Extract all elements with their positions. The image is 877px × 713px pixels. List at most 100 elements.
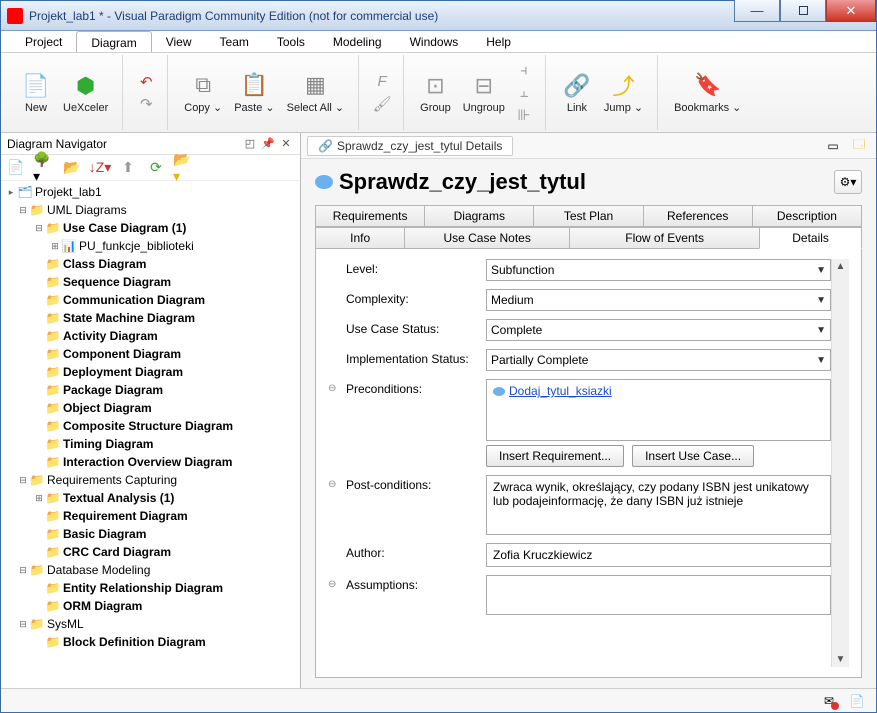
close-button[interactable]: ✕ <box>826 0 876 22</box>
tree-toggle-icon[interactable]: ▸ <box>5 187 17 198</box>
complexity-select[interactable]: Medium ▼ <box>486 289 831 311</box>
tree-item[interactable]: 📁Component Diagram <box>3 345 300 363</box>
menu-modeling[interactable]: Modeling <box>319 31 396 52</box>
tab-usecasenotes[interactable]: Use Case Notes <box>404 227 570 249</box>
tab-flowofevents[interactable]: Flow of Events <box>569 227 760 249</box>
tab-testplan[interactable]: Test Plan <box>533 205 643 227</box>
level-select[interactable]: Subfunction ▼ <box>486 259 831 281</box>
tree-item[interactable]: ⊞📁Textual Analysis (1) <box>3 489 300 507</box>
nav-up-icon[interactable]: ⬆ <box>117 158 139 178</box>
tree-item[interactable]: 📁Package Diagram <box>3 381 300 399</box>
form-scrollbar[interactable]: ▲ ▼ <box>831 259 849 667</box>
menu-windows[interactable]: Windows <box>396 31 473 52</box>
precondition-link[interactable]: Dodaj_tytul_ksiazki <box>493 384 612 398</box>
uexceler-button[interactable]: ⬢ UeXceler <box>57 68 114 118</box>
breadcrumb-item[interactable]: 🔗 Sprawdz_czy_jest_tytul Details <box>307 136 513 156</box>
tree-item[interactable]: 📁CRC Card Diagram <box>3 543 300 561</box>
tree-toggle-icon[interactable]: ⊟ <box>17 475 29 486</box>
tree-item[interactable]: 📁Entity Relationship Diagram <box>3 579 300 597</box>
nav-sort-icon[interactable]: ↓Z▾ <box>89 158 111 178</box>
tab-details[interactable]: Details <box>759 227 862 249</box>
tab-info[interactable]: Info <box>315 227 405 249</box>
tree-item[interactable]: ⊟📁Requirements Capturing <box>3 471 300 489</box>
jump-button[interactable]: ⤴ Jump ⌄ <box>598 67 649 118</box>
nav-expand-icon[interactable]: 📂 <box>61 158 83 178</box>
tree-item[interactable]: 📁Sequence Diagram <box>3 273 300 291</box>
tree-item[interactable]: 📁Interaction Overview Diagram <box>3 453 300 471</box>
copy-button[interactable]: ⧉ Copy ⌄ <box>178 67 228 118</box>
tree-toggle-icon[interactable]: ⊟ <box>17 205 29 216</box>
tree-item[interactable]: ⊟📁UML Diagrams <box>3 201 300 219</box>
tree-item[interactable]: 📁Requirement Diagram <box>3 507 300 525</box>
link-button[interactable]: 🔗 Link <box>556 68 598 118</box>
tree-item[interactable]: ⊟📁Use Case Diagram (1) <box>3 219 300 237</box>
tree-item[interactable]: 📁Deployment Diagram <box>3 363 300 381</box>
nav-tree-icon[interactable]: 🌳▾ <box>33 158 55 178</box>
tab-description[interactable]: Description <box>752 205 862 227</box>
tree-item[interactable]: ⊟📁SysML <box>3 615 300 633</box>
new-button[interactable]: 📄 New <box>15 68 57 118</box>
tree-item[interactable]: 📁Communication Diagram <box>3 291 300 309</box>
navigator-close-icon[interactable]: ✕ <box>278 136 294 152</box>
postconditions-field[interactable]: Zwraca wynik, określający, czy podany IS… <box>486 475 831 535</box>
format-button[interactable]: F <box>373 73 391 91</box>
minimize-button[interactable]: — <box>734 0 780 22</box>
tree-item[interactable]: 📁Object Diagram <box>3 399 300 417</box>
tree-item[interactable]: 📁State Machine Diagram <box>3 309 300 327</box>
scroll-down-icon[interactable]: ▼ <box>836 654 846 665</box>
tree-item[interactable]: 📁ORM Diagram <box>3 597 300 615</box>
menu-help[interactable]: Help <box>472 31 525 52</box>
tree-toggle-icon[interactable]: ⊞ <box>49 241 61 252</box>
note-status-icon[interactable]: 📄 <box>848 693 866 709</box>
impl-select[interactable]: Partially Complete ▼ <box>486 349 831 371</box>
settings-button[interactable]: ⚙▾ <box>834 170 862 194</box>
tree-item[interactable]: ⊞📊PU_funkcje_biblioteki <box>3 237 300 255</box>
scroll-up-icon[interactable]: ▲ <box>836 261 846 272</box>
navigator-pin-icon[interactable]: 📌 <box>260 136 276 152</box>
bookmarks-button[interactable]: 🔖 Bookmarks ⌄ <box>668 67 747 118</box>
tree-item[interactable]: 📁Block Definition Diagram <box>3 633 300 651</box>
redo-button[interactable]: ↷ <box>137 95 155 113</box>
assumptions-field[interactable] <box>486 575 831 615</box>
menu-diagram[interactable]: Diagram <box>76 31 151 52</box>
tree-item[interactable]: ▸🗂Projekt_lab1 <box>3 183 300 201</box>
tab-diagrams[interactable]: Diagrams <box>424 205 534 227</box>
insert-usecase-button[interactable]: Insert Use Case... <box>632 445 754 467</box>
collapse-icon[interactable]: ⊖ <box>328 579 336 590</box>
menu-view[interactable]: View <box>152 31 206 52</box>
tree-scroll[interactable]: ▸🗂Projekt_lab1⊟📁UML Diagrams⊟📁Use Case D… <box>3 183 300 686</box>
collapse-icon[interactable]: ⊖ <box>328 383 336 394</box>
menu-tools[interactable]: Tools <box>263 31 319 52</box>
tree-toggle-icon[interactable]: ⊟ <box>17 565 29 576</box>
mail-status-icon[interactable]: ✉ <box>820 693 838 709</box>
nav-refresh-icon[interactable]: ⟳ <box>145 158 167 178</box>
paste-button[interactable]: 📋 Paste ⌄ <box>228 67 280 118</box>
ungroup-button[interactable]: ⊟ Ungroup <box>457 68 511 118</box>
maximize-button[interactable] <box>780 0 826 22</box>
menu-project[interactable]: Project <box>11 31 76 52</box>
selectall-button[interactable]: ▦ Select All ⌄ <box>281 67 351 118</box>
navigator-dock-icon[interactable]: ◰ <box>242 136 258 152</box>
collapse-icon[interactable]: ⊖ <box>328 479 336 490</box>
paint-button[interactable]: 🖌 <box>373 95 391 113</box>
align-button-2[interactable]: ⫠ <box>515 84 533 102</box>
align-button-3[interactable]: ⊪ <box>515 106 533 124</box>
breadcrumb-window-icon[interactable]: 🗔 <box>848 136 870 156</box>
breadcrumb-layout-icon[interactable]: ▭ <box>822 136 844 156</box>
tree-toggle-icon[interactable]: ⊟ <box>17 619 29 630</box>
tree-item[interactable]: 📁Activity Diagram <box>3 327 300 345</box>
undo-button[interactable]: ↶ <box>137 73 155 91</box>
tree-item[interactable]: 📁Composite Structure Diagram <box>3 417 300 435</box>
tab-requirements[interactable]: Requirements <box>315 205 425 227</box>
tree-item[interactable]: 📁Basic Diagram <box>3 525 300 543</box>
align-button-1[interactable]: ⫞ <box>515 62 533 80</box>
nav-new-icon[interactable]: 📄 <box>5 158 27 178</box>
tree-item[interactable]: 📁Timing Diagram <box>3 435 300 453</box>
tree-item[interactable]: ⊟📁Database Modeling <box>3 561 300 579</box>
nav-open-icon[interactable]: 📂▾ <box>173 158 195 178</box>
tree-item[interactable]: 📁Class Diagram <box>3 255 300 273</box>
tree-toggle-icon[interactable]: ⊞ <box>33 493 45 504</box>
group-button[interactable]: ⊡ Group <box>414 68 457 118</box>
tab-references[interactable]: References <box>643 205 753 227</box>
menu-team[interactable]: Team <box>206 31 263 52</box>
